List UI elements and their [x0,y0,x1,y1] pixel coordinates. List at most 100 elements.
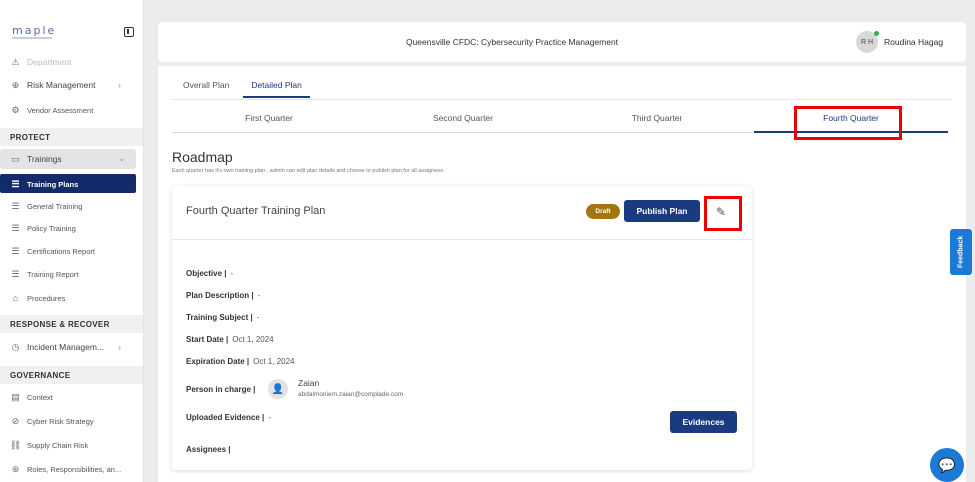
page-title: Queensville CFDC: Cybersecurity Practice… [405,37,619,47]
sidebar-item-label: Roles, Responsibilities, an... [27,464,122,474]
field-uploaded-evidence: Uploaded Evidence | - [186,413,271,422]
chevron-right-icon[interactable]: › [118,342,121,352]
sidebar-item-label: Certifications Report [27,246,95,256]
tab-detailed-plan[interactable]: Detailed Plan [243,80,310,98]
app-logo[interactable]: maple [12,24,56,37]
list-icon: ☰ [11,245,20,256]
roadmap-description: Each quarter has it's own training plan … [172,168,445,174]
section-protect: PROTECT [0,128,143,146]
sidebar-item-roles[interactable]: ⊛ Roles, Responsibilities, an... [10,461,122,477]
supply-chain-icon: ⛓ [9,439,22,450]
field-expiration-date: Expiration Date | Oct 1, 2024 [186,357,295,366]
field-value: - [230,269,234,278]
tabs-divider [172,99,952,100]
highlight-box-fourth-quarter [794,106,902,140]
field-label: Training Subject | [186,313,253,322]
field-label: Plan Description | [186,291,254,300]
sidebar-item-label: Cyber Risk Strategy [27,416,94,426]
field-assignees: Assignees | [186,445,230,454]
sidebar-item-label: Trainings [27,154,62,164]
sidebar-item-context[interactable]: ▤ Context [10,389,53,405]
main-content: Overall Plan Detailed Plan First Quarter… [158,66,966,482]
edit-pencil-icon[interactable]: ✎ [716,205,726,219]
context-icon: ▤ [11,391,20,402]
publish-plan-button[interactable]: Publish Plan [624,200,700,222]
sidebar-item-label: Training Plans [27,179,79,189]
sidebar-item-label: Incident Managem... [27,342,105,352]
field-objective: Objective | - [186,269,233,278]
field-label: Expiration Date | [186,357,250,366]
user-name[interactable]: Roudina Hagag [884,37,943,47]
sidebar-item-department[interactable]: ⚠ Department [10,54,71,70]
plan-tabs: Overall Plan Detailed Plan [183,80,310,98]
sidebar-item-label: Department [27,57,72,67]
sidebar-item-incident-management[interactable]: ◷ Incident Managem... [10,339,104,355]
section-response-recover: RESPONSE & RECOVER [0,315,143,333]
field-value: - [268,413,271,422]
procedures-icon: ⌂ [12,293,19,303]
person-avatar-icon: 👤 [268,379,288,399]
top-bar: Queensville CFDC: Cybersecurity Practice… [158,22,966,62]
roles-icon: ⊛ [11,463,20,474]
sidebar-item-label: General Training [27,201,83,211]
field-value: Oct 1, 2024 [232,335,274,344]
field-value: - [257,291,261,300]
collapse-sidebar-icon[interactable] [124,27,134,37]
field-person-in-charge: Person in charge | [186,385,255,394]
list-icon: ☰ [11,200,20,211]
evidences-button[interactable]: Evidences [670,411,737,433]
plan-title: Fourth Quarter Training Plan [186,205,326,217]
sidebar-item-cyber-risk-strategy[interactable]: ⊘ Cyber Risk Strategy [10,413,94,429]
field-label: Start Date | [186,335,229,344]
sidebar-item-label: Training Report [27,269,79,279]
plan-card: Fourth Quarter Training Plan Draft Publi… [172,186,752,470]
person-name: Zaian [298,378,320,388]
field-label: Person in charge | [186,385,256,394]
field-plan-description: Plan Description | - [186,291,260,300]
chat-icon[interactable]: 💬 [930,448,964,482]
status-badge: Draft [586,204,620,219]
sidebar-item-vendor-assessment[interactable]: ⚙ Vendor Assessment [10,102,93,118]
sidebar-item-label: Policy Training [27,223,76,233]
chevron-right-icon[interactable]: › [118,80,121,90]
chevron-down-icon[interactable]: ⌄ [118,153,126,164]
vendor-icon: ⚙ [11,104,20,115]
field-start-date: Start Date | Oct 1, 2024 [186,335,274,344]
sidebar-item-training-plans[interactable]: ☰ Training Plans [0,174,136,193]
sidebar-item-trainings[interactable]: ▭ Trainings ⌄ [0,149,136,169]
section-governance: GOVERNANCE [0,366,143,384]
field-value: - [256,313,260,322]
list-icon: ☰ [11,222,20,233]
online-status-icon [874,31,879,36]
sidebar-item-training-report[interactable]: ☰ Training Report [10,266,78,282]
field-label: Uploaded Evidence | [186,413,265,422]
sidebar-item-certifications-report[interactable]: ☰ Certifications Report [10,243,95,259]
sidebar-item-supply-chain-risk[interactable]: ⛓ Supply Chain Risk [9,437,89,453]
tab-overall-plan[interactable]: Overall Plan [183,80,229,98]
trainings-icon: ▭ [11,153,20,164]
sidebar-item-label: Context [27,392,53,402]
logo-underline [12,37,52,39]
field-training-subject: Training Subject | - [186,313,259,322]
roadmap-heading: Roadmap [172,149,233,165]
field-label: Assignees | [186,445,231,454]
clock-icon: ◷ [11,341,20,352]
sidebar-item-procedures[interactable]: ⌂ Procedures [10,290,66,306]
person-email: abdalmoniem.zaian@complade.com [298,391,404,398]
sidebar-item-label: Procedures [27,293,66,303]
strategy-icon: ⊘ [11,415,20,426]
sidebar-item-label: Supply Chain Risk [27,440,89,450]
field-value: Oct 1, 2024 [253,357,295,366]
tab-first-quarter[interactable]: First Quarter [172,113,366,133]
sidebar-item-risk-management[interactable]: ⊕ Risk Management [10,77,96,93]
tab-third-quarter[interactable]: Third Quarter [560,113,754,133]
field-label: Objective | [186,269,227,278]
tab-second-quarter[interactable]: Second Quarter [366,113,560,133]
department-icon: ⚠ [11,56,20,67]
list-icon: ☰ [11,268,20,279]
sidebar-item-policy-training[interactable]: ☰ Policy Training [10,220,76,236]
list-icon: ☰ [11,178,20,189]
sidebar-item-label: Risk Management [27,80,96,90]
feedback-tab[interactable]: Feedback [950,229,972,275]
sidebar-item-general-training[interactable]: ☰ General Training [10,198,82,214]
